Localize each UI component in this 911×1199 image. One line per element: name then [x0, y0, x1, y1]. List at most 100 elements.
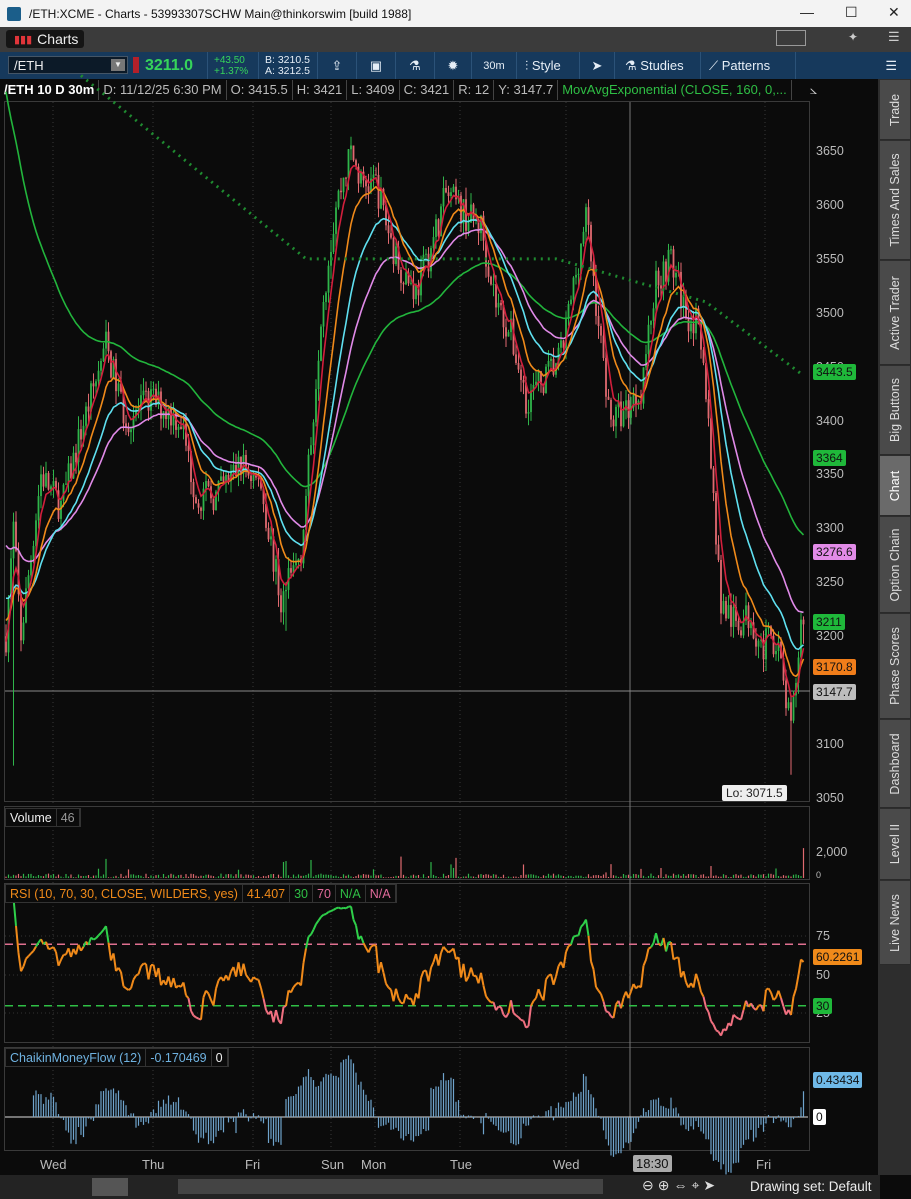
rsi-value-label: 60.2261 — [813, 949, 863, 965]
candle-body — [465, 199, 467, 231]
sidebar-tab-times-and-sales[interactable]: Times And Sales — [880, 141, 910, 260]
volume-bar — [522, 864, 525, 878]
pan-icon[interactable]: ⇔ — [673, 1177, 691, 1193]
x-label-thu: Thu — [142, 1157, 165, 1172]
cmf-bar — [587, 1089, 590, 1117]
cmf-bar — [122, 1100, 125, 1117]
volume-bar — [667, 875, 670, 878]
volume-bar — [430, 862, 432, 878]
cmf-zero: 0 — [212, 1049, 228, 1066]
cmf-bar — [187, 1114, 190, 1117]
sidebar-tab-big-buttons[interactable]: Big Buttons — [880, 366, 910, 455]
sidebar-tab-chart[interactable]: Chart — [880, 456, 910, 516]
volume-bar — [650, 873, 652, 878]
rsi-segment — [95, 934, 100, 939]
volume-bar — [17, 873, 20, 878]
candle-body — [520, 369, 522, 380]
cmf-bar — [795, 1116, 797, 1117]
sidebar-tab-level-ii[interactable]: Level II — [880, 809, 910, 880]
volume-bar — [200, 875, 202, 878]
cmf-bar — [342, 1059, 345, 1117]
sidebar-tab-dashboard[interactable]: Dashboard — [880, 720, 910, 808]
cmf-bar — [160, 1106, 162, 1117]
cmf-bar — [110, 1089, 112, 1117]
horizontal-scrollbar[interactable] — [178, 1179, 603, 1194]
cmf-bar — [560, 1106, 562, 1117]
candle-body — [152, 388, 155, 390]
rsi-segment — [242, 963, 247, 976]
sidebar-tab-live-news[interactable]: Live News — [880, 881, 910, 965]
cmf-bar — [365, 1094, 367, 1117]
rsi-segment — [15, 925, 20, 954]
zoom-out-icon[interactable]: ⊖ — [642, 1177, 658, 1193]
cmf-bar — [185, 1111, 187, 1117]
volume-bar — [520, 875, 522, 878]
candle-body — [377, 174, 380, 209]
cmf-bar — [92, 1117, 95, 1121]
cmf-bar — [412, 1117, 415, 1142]
cmf-bar — [755, 1117, 757, 1138]
volume-bar — [725, 875, 727, 878]
pointer-icon[interactable]: ➤ — [703, 1177, 719, 1193]
volume-bar — [345, 875, 347, 878]
volume-bar — [687, 874, 690, 878]
cmf-bar — [182, 1109, 185, 1117]
drawing-set-selector[interactable]: Drawing set: Default — [750, 1179, 872, 1194]
cmf-bar — [530, 1117, 532, 1120]
sidebar-tab-label: Active Trader — [888, 275, 902, 350]
cmf-bar — [647, 1109, 650, 1117]
rsi-segment — [645, 948, 650, 960]
volume-bar — [445, 876, 447, 878]
cmf-bar — [177, 1097, 180, 1117]
cmf-bar — [300, 1085, 302, 1117]
rsi-segment — [767, 987, 772, 994]
candle-body — [85, 406, 87, 426]
sidebar-tab-option-chain[interactable]: Option Chain — [880, 517, 910, 613]
candle-body — [550, 358, 552, 361]
cmf-bar — [172, 1101, 175, 1117]
candle-body — [800, 619, 802, 658]
rsi-segment — [182, 982, 187, 996]
cmf-bar — [520, 1117, 522, 1139]
cmf-bar — [660, 1105, 662, 1117]
candle-body — [137, 407, 140, 410]
volume-bar — [665, 874, 667, 878]
volume-bar — [380, 874, 382, 878]
volume-bar — [652, 875, 655, 878]
cmf-bar — [552, 1117, 555, 1121]
sidebar-tab-trade[interactable]: Trade — [880, 80, 910, 140]
candle-body — [32, 545, 35, 560]
cmf-bar — [775, 1117, 777, 1119]
candle-body — [285, 589, 287, 592]
volume-bar — [677, 874, 680, 878]
rsi-segment — [117, 967, 122, 973]
cmf-bar — [230, 1117, 232, 1119]
volume-bar — [170, 873, 172, 878]
cmf-bar — [140, 1117, 142, 1122]
sidebar-tab-active-trader[interactable]: Active Trader — [880, 261, 910, 365]
rsi-segment — [80, 946, 85, 952]
volume-bar — [617, 876, 620, 878]
cmf-bar — [800, 1107, 802, 1117]
crosshair-icon[interactable]: ⌖ — [691, 1177, 703, 1193]
candle-body — [200, 507, 202, 511]
rsi-segment — [682, 970, 687, 983]
cmf-bar — [320, 1081, 322, 1117]
cmf-bar — [305, 1076, 307, 1117]
rsi-segment — [338, 906, 342, 910]
volume-bar — [800, 876, 802, 878]
volume-bar — [22, 873, 25, 878]
cmf-bar — [657, 1097, 660, 1117]
zoom-in-icon[interactable]: ⊕ — [658, 1177, 674, 1193]
volume-bar — [12, 874, 15, 878]
candle-body — [92, 383, 95, 387]
sidebar-tab-phase-scores[interactable]: Phase Scores — [880, 614, 910, 719]
cmf-bar — [555, 1108, 557, 1117]
scroll-to-end-button[interactable] — [92, 1178, 128, 1196]
x-label-wed-2: Wed — [553, 1157, 580, 1172]
cmf-zero-label: 0 — [813, 1109, 826, 1125]
volume-bar — [225, 874, 227, 878]
volume-bar — [610, 864, 612, 878]
candle-body — [720, 559, 722, 614]
cmf-bar — [502, 1117, 505, 1133]
